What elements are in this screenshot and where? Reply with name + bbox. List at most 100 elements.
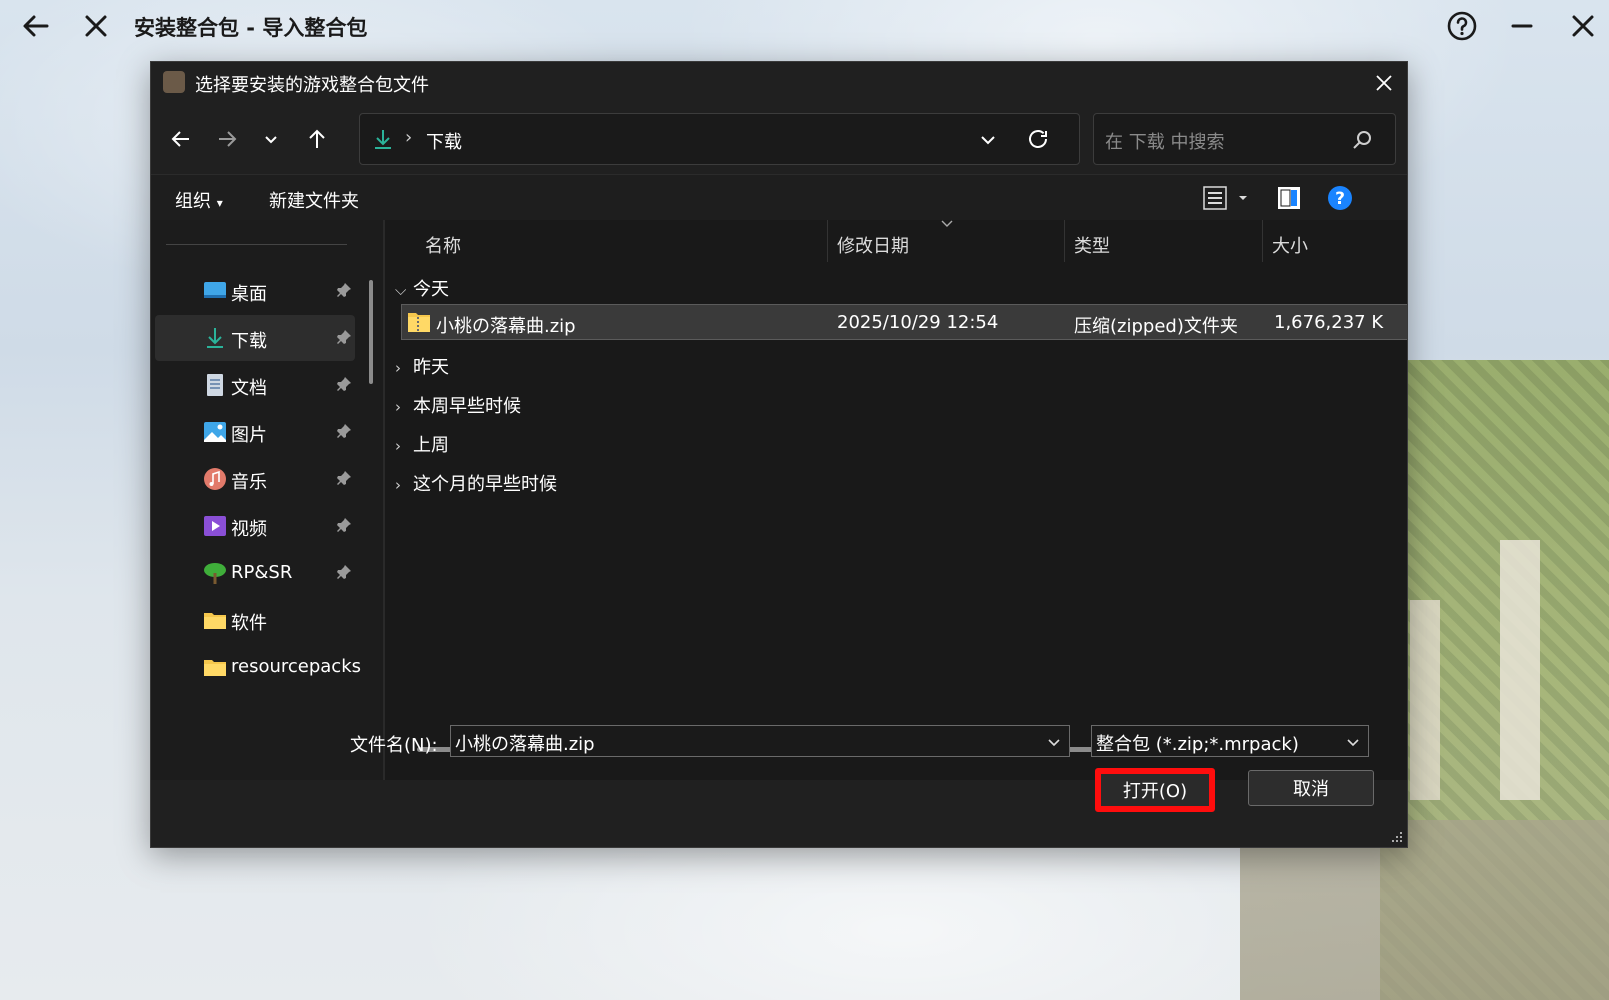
breadcrumb-separator-icon: ›	[405, 127, 413, 148]
column-header-type[interactable]: 类型	[1074, 232, 1110, 258]
pin-icon	[337, 377, 351, 391]
dialog-close-button[interactable]	[1367, 66, 1401, 100]
resize-grip-icon[interactable]	[1389, 829, 1403, 843]
help-button[interactable]	[1442, 6, 1482, 46]
pictures-icon	[204, 422, 226, 442]
sidebar-splitter[interactable]	[383, 220, 385, 780]
group-this-week[interactable]: › 本周早些时候	[395, 392, 521, 418]
navigation-bar: › 下载 在 下载 中搜索	[151, 104, 1407, 174]
desktop-icon	[204, 282, 226, 298]
file-date: 2025/10/29 12:54	[837, 312, 999, 333]
search-placeholder: 在 下载 中搜索	[1105, 132, 1225, 153]
page-title: 安装整合包 - 导入整合包	[134, 16, 368, 40]
tree-icon	[204, 563, 226, 584]
music-icon	[204, 468, 226, 490]
chevron-down-icon: ⌵	[395, 281, 407, 299]
sidebar-item-resourcepacks[interactable]: resourcepacks	[155, 644, 361, 690]
file-type: 压缩(zipped)文件夹	[1074, 316, 1238, 337]
group-yesterday[interactable]: › 昨天	[395, 353, 449, 379]
filename-field[interactable]: 小桃の落幕曲.zip	[450, 725, 1070, 757]
back-arrow-icon	[23, 15, 49, 37]
close-icon	[1572, 15, 1594, 37]
sidebar-item-downloads[interactable]: 下载	[155, 315, 355, 361]
column-header-date[interactable]: 修改日期	[837, 232, 909, 258]
chevron-down-icon	[265, 136, 277, 144]
command-bar: 组织 ▾ 新建文件夹 ?	[151, 174, 1407, 220]
pin-icon	[337, 565, 351, 579]
sidebar-item-videos[interactable]: 视频	[155, 503, 355, 549]
preview-pane-icon[interactable]	[1277, 186, 1301, 210]
chevron-down-icon[interactable]	[1047, 735, 1061, 749]
breadcrumb-downloads[interactable]: 下载	[426, 128, 462, 154]
minimize-icon	[1511, 24, 1533, 28]
recent-locations-button[interactable]	[253, 121, 289, 157]
column-divider[interactable]	[1262, 220, 1263, 262]
refresh-icon[interactable]	[1026, 127, 1050, 151]
chevron-right-icon: ›	[395, 437, 401, 455]
close-icon	[85, 15, 107, 37]
column-header-name[interactable]: 名称	[425, 232, 461, 258]
chevron-down-icon[interactable]	[979, 131, 997, 149]
download-icon	[375, 130, 391, 149]
pin-icon	[337, 330, 351, 344]
background-trunk	[1500, 540, 1540, 800]
column-header-size[interactable]: 大小	[1272, 232, 1308, 258]
app-logo-icon	[163, 71, 185, 93]
cancel-button[interactable]: 取消	[1248, 770, 1374, 806]
dialog-title: 选择要安装的游戏整合包文件	[195, 75, 429, 96]
file-name: 小桃の落幕曲.zip	[436, 316, 576, 337]
svg-text:?: ?	[1335, 189, 1345, 209]
column-divider[interactable]	[1064, 220, 1065, 262]
sidebar-item-documents[interactable]: 文档	[155, 362, 355, 408]
organize-menu[interactable]: 组织 ▾	[175, 187, 223, 213]
address-bar[interactable]: › 下载	[359, 113, 1080, 165]
file-row-selected[interactable]: 小桃の落幕曲.zip 2025/10/29 12:54 压缩(zipped)文件…	[401, 304, 1407, 340]
back-button[interactable]	[16, 6, 56, 46]
nav-forward-button[interactable]	[209, 121, 245, 157]
pin-icon	[337, 518, 351, 532]
group-this-month[interactable]: › 这个月的早些时候	[395, 470, 557, 496]
open-button[interactable]: 打开(O)	[1095, 768, 1215, 812]
column-divider[interactable]	[827, 220, 828, 262]
nav-back-button[interactable]	[163, 121, 199, 157]
sidebar-item-software[interactable]: 软件	[155, 597, 355, 643]
sidebar-scrollbar[interactable]	[369, 280, 373, 384]
pin-icon	[337, 424, 351, 438]
app-header: 安装整合包 - 导入整合包	[0, 0, 1609, 52]
file-list: 名称 修改日期 类型 大小 ⌵ 今天 小桃の落幕曲.zip 2025/10/29 …	[387, 220, 1407, 780]
background-trunk	[1410, 600, 1440, 800]
arrow-right-icon	[219, 131, 237, 147]
group-last-week[interactable]: › 上周	[395, 431, 449, 457]
search-field[interactable]: 在 下载 中搜索	[1093, 113, 1396, 165]
sidebar-item-desktop[interactable]: 桌面	[155, 268, 355, 314]
file-size: 1,676,237 K	[1274, 312, 1384, 333]
chevron-right-icon: ›	[395, 359, 401, 377]
close-page-button[interactable]	[76, 6, 116, 46]
file-type-filter[interactable]: 整合包 (*.zip;*.mrpack)	[1091, 725, 1369, 757]
sidebar-divider	[166, 244, 347, 245]
pin-icon	[337, 471, 351, 485]
dialog-titlebar: 选择要安装的游戏整合包文件	[151, 62, 1407, 104]
view-options-icon[interactable]	[1203, 186, 1251, 210]
new-folder-button[interactable]: 新建文件夹	[269, 187, 359, 213]
sidebar-item-rpsr[interactable]: RP&SR	[155, 550, 355, 596]
arrow-up-icon	[309, 129, 325, 148]
video-icon	[204, 516, 226, 536]
search-icon	[1353, 131, 1371, 149]
close-window-button[interactable]	[1563, 6, 1603, 46]
sort-indicator-icon	[941, 220, 953, 227]
group-today[interactable]: ⌵ 今天	[395, 275, 449, 301]
chevron-down-icon	[1347, 739, 1359, 747]
help-icon[interactable]: ?	[1327, 185, 1353, 211]
pin-icon	[337, 283, 351, 297]
folder-icon	[204, 613, 226, 629]
download-icon	[207, 328, 223, 348]
filename-label: 文件名(N):	[350, 735, 438, 756]
dropdown-caret-icon: ▾	[216, 196, 223, 210]
dialog-footer	[151, 780, 1407, 847]
sidebar-item-music[interactable]: 音乐	[155, 456, 355, 502]
minimize-button[interactable]	[1502, 6, 1542, 46]
nav-up-button[interactable]	[299, 121, 335, 157]
zip-folder-icon	[408, 313, 430, 332]
sidebar-item-pictures[interactable]: 图片	[155, 409, 355, 455]
